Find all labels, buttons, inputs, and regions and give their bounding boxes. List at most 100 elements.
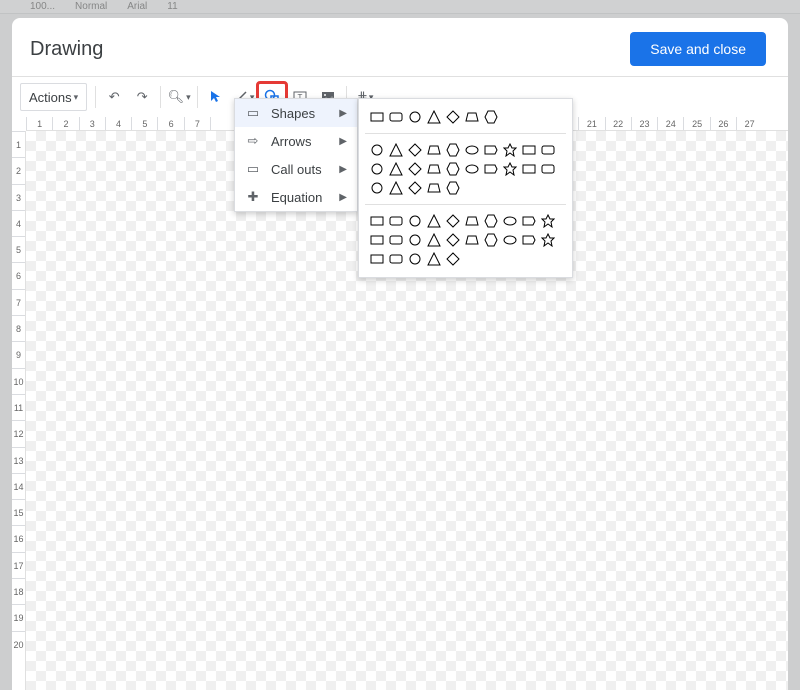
shape-option[interactable] bbox=[445, 213, 461, 229]
chevron-right-icon: ▶ bbox=[339, 164, 347, 175]
menu-item-equation[interactable]: ✚ Equation ▶ bbox=[235, 183, 357, 211]
shape-option[interactable] bbox=[483, 213, 499, 229]
menu-item-callouts[interactable]: ▭ Call outs ▶ bbox=[235, 155, 357, 183]
ruler-tick bbox=[210, 117, 236, 130]
shape-option[interactable] bbox=[426, 232, 442, 248]
ruler-tick: 5 bbox=[12, 236, 25, 262]
shape-group-2 bbox=[365, 140, 566, 198]
shape-option[interactable] bbox=[540, 213, 556, 229]
menu-item-label: Arrows bbox=[271, 134, 311, 149]
zoom-button[interactable]: 🔍︎ ▾ bbox=[165, 83, 193, 111]
save-and-close-button[interactable]: Save and close bbox=[630, 32, 766, 66]
ruler-tick: 7 bbox=[12, 289, 25, 315]
shape-option[interactable] bbox=[464, 109, 480, 125]
shape-option[interactable] bbox=[407, 180, 423, 196]
ruler-tick: 23 bbox=[631, 117, 657, 130]
ruler-tick: 1 bbox=[12, 131, 25, 157]
shape-option[interactable] bbox=[502, 161, 518, 177]
ruler-tick: 1 bbox=[26, 117, 52, 130]
actions-label: Actions bbox=[29, 90, 72, 105]
shape-option[interactable] bbox=[483, 142, 499, 158]
shape-option[interactable] bbox=[464, 213, 480, 229]
shape-option[interactable] bbox=[388, 232, 404, 248]
separator bbox=[197, 86, 198, 108]
shape-option[interactable] bbox=[426, 142, 442, 158]
shape-option[interactable] bbox=[445, 251, 461, 267]
pointer-icon bbox=[209, 90, 223, 104]
shape-option[interactable] bbox=[388, 161, 404, 177]
ruler-tick: 25 bbox=[683, 117, 709, 130]
chevron-down-icon: ▾ bbox=[186, 92, 191, 103]
shape-option[interactable] bbox=[369, 232, 385, 248]
shape-option[interactable] bbox=[388, 180, 404, 196]
shape-categories-menu: ▭ Shapes ▶ ⇨ Arrows ▶ ▭ Call outs ▶ ✚ Eq… bbox=[234, 98, 358, 212]
ruler-tick: 20 bbox=[12, 631, 25, 657]
shape-option[interactable] bbox=[388, 142, 404, 158]
ruler-tick: 9 bbox=[12, 341, 25, 367]
shape-option[interactable] bbox=[426, 161, 442, 177]
shape-option[interactable] bbox=[388, 109, 404, 125]
menu-item-label: Equation bbox=[271, 190, 322, 205]
shape-option[interactable] bbox=[407, 109, 423, 125]
shape-option[interactable] bbox=[445, 109, 461, 125]
undo-button[interactable]: ↶ bbox=[100, 83, 128, 111]
shape-option[interactable] bbox=[369, 142, 385, 158]
shape-option[interactable] bbox=[407, 161, 423, 177]
ruler-tick: 21 bbox=[578, 117, 604, 130]
ruler-vertical: 1234567891011121314151617181920 bbox=[12, 131, 26, 690]
group-divider bbox=[365, 204, 566, 205]
shape-option[interactable] bbox=[407, 213, 423, 229]
shapes-palette bbox=[358, 98, 573, 278]
shape-option[interactable] bbox=[483, 232, 499, 248]
shapes-category-icon: ▭ bbox=[245, 105, 261, 121]
shape-option[interactable] bbox=[464, 142, 480, 158]
shape-option[interactable] bbox=[445, 180, 461, 196]
shape-option[interactable] bbox=[540, 161, 556, 177]
shape-option[interactable] bbox=[521, 142, 537, 158]
redo-button[interactable]: ↷ bbox=[128, 83, 156, 111]
select-tool-button[interactable] bbox=[202, 83, 230, 111]
shape-option[interactable] bbox=[388, 251, 404, 267]
shape-option[interactable] bbox=[502, 142, 518, 158]
shape-option[interactable] bbox=[426, 180, 442, 196]
ruler-tick: 7 bbox=[184, 117, 210, 130]
menu-item-shapes[interactable]: ▭ Shapes ▶ bbox=[235, 99, 357, 127]
shape-option[interactable] bbox=[464, 232, 480, 248]
shape-option[interactable] bbox=[369, 251, 385, 267]
ruler-tick: 5 bbox=[131, 117, 157, 130]
chevron-right-icon: ▶ bbox=[339, 108, 347, 119]
shape-option[interactable] bbox=[445, 161, 461, 177]
shape-option[interactable] bbox=[369, 213, 385, 229]
shape-option[interactable] bbox=[369, 180, 385, 196]
shape-option[interactable] bbox=[483, 109, 499, 125]
shape-option[interactable] bbox=[407, 142, 423, 158]
shape-option[interactable] bbox=[388, 213, 404, 229]
shape-option[interactable] bbox=[521, 213, 537, 229]
ruler-tick: 3 bbox=[79, 117, 105, 130]
shape-option[interactable] bbox=[426, 213, 442, 229]
shape-option[interactable] bbox=[502, 213, 518, 229]
shape-option[interactable] bbox=[426, 109, 442, 125]
shape-option[interactable] bbox=[445, 232, 461, 248]
shape-option[interactable] bbox=[369, 109, 385, 125]
shape-option[interactable] bbox=[483, 161, 499, 177]
shape-option[interactable] bbox=[521, 232, 537, 248]
ruler-tick: 15 bbox=[12, 499, 25, 525]
shape-option[interactable] bbox=[426, 251, 442, 267]
chevron-right-icon: ▶ bbox=[339, 136, 347, 147]
ruler-tick: 19 bbox=[12, 604, 25, 630]
shape-option[interactable] bbox=[464, 161, 480, 177]
menu-item-arrows[interactable]: ⇨ Arrows ▶ bbox=[235, 127, 357, 155]
shape-option[interactable] bbox=[407, 232, 423, 248]
shape-option[interactable] bbox=[540, 232, 556, 248]
shape-option[interactable] bbox=[540, 142, 556, 158]
ruler-tick: 14 bbox=[12, 473, 25, 499]
shape-option[interactable] bbox=[407, 251, 423, 267]
shape-option[interactable] bbox=[445, 142, 461, 158]
actions-menu-button[interactable]: Actions ▾ bbox=[20, 83, 87, 111]
dialog-header: Drawing Save and close bbox=[12, 18, 788, 76]
shape-option[interactable] bbox=[521, 161, 537, 177]
redo-icon: ↷ bbox=[137, 89, 148, 105]
shape-option[interactable] bbox=[369, 161, 385, 177]
shape-option[interactable] bbox=[502, 232, 518, 248]
